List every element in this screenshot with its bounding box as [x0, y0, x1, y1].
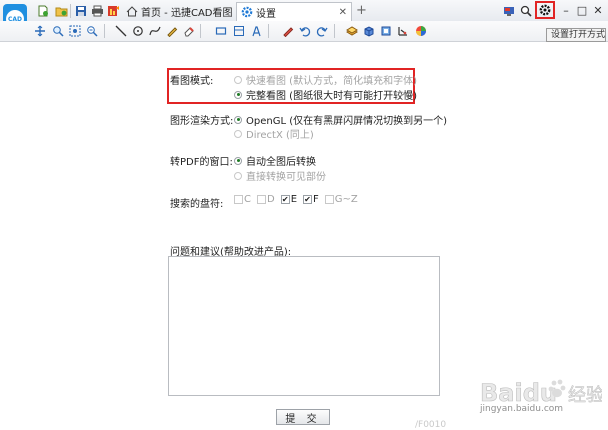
- checkbox: [324, 195, 334, 204]
- feedback-textarea[interactable]: [168, 256, 440, 396]
- radio-convert-visible-label: 直接转换可见部份: [246, 172, 326, 183]
- drive-f-label: F: [313, 194, 319, 205]
- home-icon: [126, 6, 138, 17]
- maximize-button[interactable]: □: [574, 2, 590, 18]
- drive-checkbox-d[interactable]: D: [256, 194, 275, 205]
- watermark-suffix: 经验: [568, 385, 602, 406]
- toolbar-separator: [334, 24, 335, 38]
- radio-opengl[interactable]: OpenGL (仅在有黑屏闪屏情况切换到另一个): [234, 112, 447, 127]
- save-icon[interactable]: [74, 4, 88, 18]
- search-drives-label: 搜索的盘符:: [170, 199, 224, 210]
- radio-button: [234, 75, 242, 84]
- settings-button[interactable]: [535, 1, 555, 19]
- tab-home-label: 首页 - 迅捷CAD看图: [141, 8, 233, 19]
- radio-fast-view-label: 快速看图 (默认方式，简化填充和字体): [246, 76, 417, 87]
- checkbox: [256, 195, 266, 204]
- radio-button: [234, 129, 242, 138]
- toolbar-separator: [268, 24, 269, 38]
- checkbox: [234, 195, 243, 204]
- new-file-icon[interactable]: [36, 4, 50, 18]
- radio-opengl-label: OpenGL (仅在有黑屏闪屏情况切换到另一个): [246, 116, 448, 127]
- radio-button-selected: [234, 90, 242, 99]
- radio-directx[interactable]: DirectX (同上): [234, 126, 314, 141]
- radio-button: [234, 171, 242, 180]
- gear-icon: [539, 4, 551, 16]
- radio-auto-fit-convert[interactable]: 自动全图后转换: [234, 153, 316, 168]
- pdf-export-icon[interactable]: [106, 4, 120, 18]
- drive-c-label: C: [244, 194, 251, 205]
- view-mode-label: 看图模式:: [170, 76, 214, 87]
- redo-icon[interactable]: [315, 24, 329, 38]
- toolbar-separator: [104, 24, 105, 38]
- drive-checkbox-f[interactable]: ✔ F: [303, 194, 319, 205]
- drive-checkbox-e[interactable]: ✔ E: [280, 194, 298, 205]
- zoom-realtime-icon[interactable]: [85, 24, 99, 38]
- spline-tool-icon[interactable]: [148, 24, 162, 38]
- tab-settings-label: 设置: [256, 8, 276, 20]
- line-tool-icon[interactable]: [114, 24, 128, 38]
- minimize-button[interactable]: –: [558, 2, 574, 18]
- settings-tooltip: 设置打开方式。: [546, 28, 606, 42]
- freehand-tool-icon[interactable]: [165, 24, 179, 38]
- drive-g-z-label: G~Z: [334, 194, 358, 205]
- drive-checkbox-g-z[interactable]: G~Z: [324, 194, 358, 205]
- radio-full-view[interactable]: 完整看图 (图纸很大时有可能打开较慢): [234, 87, 417, 102]
- search-icon[interactable]: [519, 4, 533, 18]
- zoom-window-icon[interactable]: [51, 24, 65, 38]
- color-wheel-icon[interactable]: [414, 24, 428, 38]
- close-window-button[interactable]: ✕: [590, 2, 606, 18]
- toolbar-separator: [200, 24, 201, 38]
- block-icon[interactable]: [362, 24, 376, 38]
- watermark-url: jingyan.baidu.com: [480, 404, 564, 414]
- rectangle-tool-icon[interactable]: [214, 24, 228, 38]
- drive-checkbox-group: C D ✔ E ✔ F G~Z: [234, 194, 358, 205]
- drive-d-label: D: [266, 194, 275, 205]
- measure-area-icon[interactable]: [379, 24, 393, 38]
- zoom-extents-icon[interactable]: [68, 24, 82, 38]
- radio-button-selected: [234, 156, 242, 165]
- pen-mark-icon[interactable]: [281, 24, 295, 38]
- circle-tool-icon[interactable]: [131, 24, 145, 38]
- drive-e-label: E: [290, 194, 298, 205]
- radio-auto-fit-label: 自动全图后转换: [246, 157, 316, 168]
- settings-gear-icon: [241, 6, 253, 18]
- radio-button-selected: [234, 115, 242, 124]
- radio-full-view-label: 完整看图 (图纸很大时有可能打开较慢): [246, 91, 417, 102]
- pdf-window-label: 转PDF的窗口:: [170, 157, 233, 168]
- tab-home[interactable]: 首页 - 迅捷CAD看图: [122, 2, 237, 21]
- eraser-tool-icon[interactable]: [182, 24, 196, 38]
- tab-settings[interactable]: 设置 ✕: [236, 2, 352, 21]
- new-tab-button[interactable]: +: [356, 3, 367, 18]
- checkbox-checked: ✔: [280, 195, 290, 204]
- submit-button[interactable]: 提 交: [276, 409, 330, 425]
- print-icon[interactable]: [90, 4, 104, 18]
- undo-icon[interactable]: [298, 24, 312, 38]
- pan-icon[interactable]: [33, 24, 47, 38]
- render-mode-label: 图形渲染方式:: [170, 116, 234, 127]
- checkbox-checked: ✔: [303, 195, 313, 204]
- screen-icon[interactable]: [502, 4, 516, 18]
- layout-icon[interactable]: [232, 24, 246, 38]
- open-folder-icon[interactable]: [54, 4, 68, 18]
- toolbar-separator: [70, 4, 71, 18]
- coordinate-icon[interactable]: [396, 24, 410, 38]
- baidu-watermark: Baidu 经验: [452, 375, 605, 423]
- radio-directx-label: DirectX (同上): [246, 130, 314, 141]
- drive-checkbox-c[interactable]: C: [234, 194, 251, 205]
- text-tool-icon[interactable]: [250, 24, 264, 38]
- layers-icon[interactable]: [345, 24, 359, 38]
- radio-convert-visible[interactable]: 直接转换可见部份: [234, 168, 326, 183]
- radio-fast-view[interactable]: 快速看图 (默认方式，简化填充和字体): [234, 72, 417, 87]
- watermark-brand: Baidu: [480, 379, 557, 407]
- bottom-faded-text: /F0010: [415, 420, 447, 430]
- tab-close-icon[interactable]: ✕: [339, 7, 347, 18]
